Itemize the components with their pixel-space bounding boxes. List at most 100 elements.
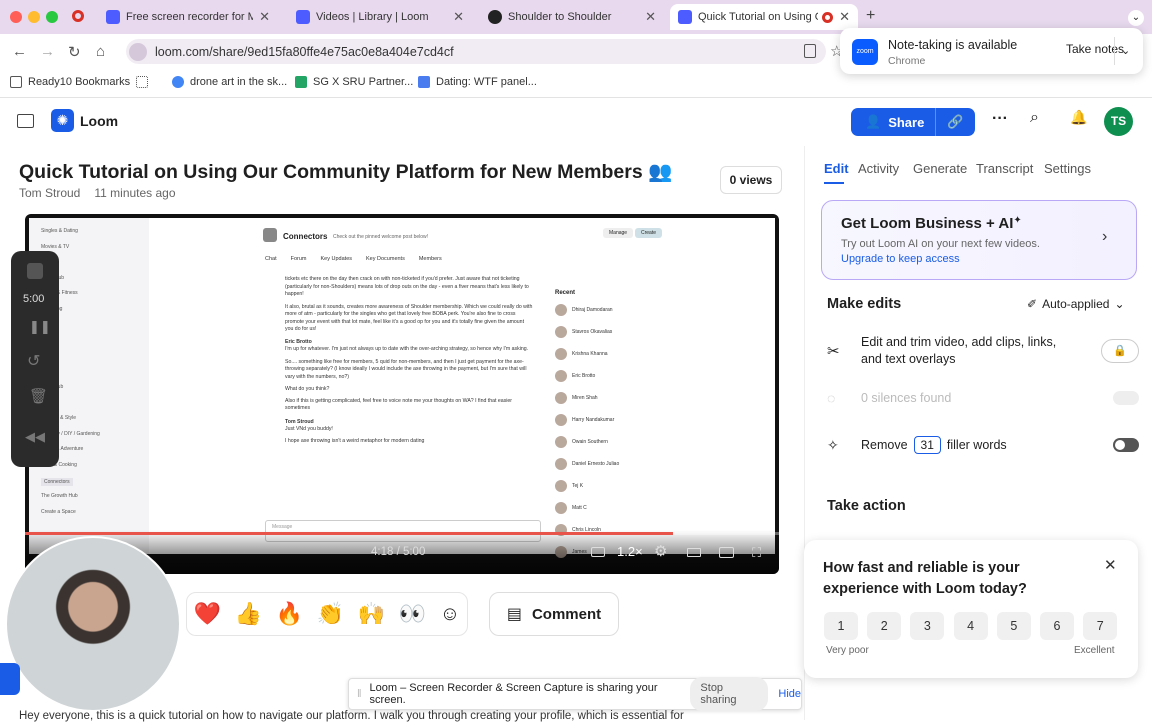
close-tab-icon[interactable]: ✕ xyxy=(645,9,656,25)
sparkle-edit-icon: ✧ xyxy=(827,436,839,453)
restart-icon[interactable]: ↺ xyxy=(27,351,40,371)
filler-words-toggle[interactable] xyxy=(1113,438,1139,452)
connectors-icon xyxy=(263,228,277,242)
reload-icon[interactable]: ↻ xyxy=(68,43,81,61)
recording-controls: 5:00 ❚❚ ↺ 🗑 ◀◀ xyxy=(11,251,59,467)
comment-button[interactable]: ▤ Comment xyxy=(489,592,619,636)
hide-share-bar-button[interactable]: Hide xyxy=(778,688,801,700)
zoom-window-button[interactable] xyxy=(46,11,58,23)
forward-arrow-icon[interactable]: → xyxy=(40,43,55,60)
drag-handle-icon[interactable]: ‖ xyxy=(357,688,362,700)
pause-icon[interactable]: ❚❚ xyxy=(29,319,51,335)
loom-logo-icon[interactable]: ✺ xyxy=(51,109,74,132)
close-tab-icon[interactable]: ✕ xyxy=(453,9,464,25)
reaction-fire-icon[interactable]: 🔥 xyxy=(276,601,303,627)
url-field[interactable]: loom.com/share/9ed15fa80ffe4e75ac0e8a404… xyxy=(126,39,826,64)
picture-in-picture-icon[interactable] xyxy=(719,547,734,558)
close-tab-icon[interactable]: ✕ xyxy=(259,9,270,25)
reaction-raised-hands-icon[interactable]: 🙌 xyxy=(358,601,385,627)
reaction-heart-icon[interactable]: ❤️ xyxy=(194,601,221,627)
tab-free-screen-recorder[interactable]: Free screen recorder for Mac ✕ xyxy=(98,4,278,30)
inner-recent-member: Harry Nandakumar xyxy=(555,414,614,426)
survey-rating-5[interactable]: 5 xyxy=(996,612,1031,640)
loom-widget-tab-icon[interactable] xyxy=(0,663,20,695)
collapse-icon[interactable]: ◀◀ xyxy=(25,429,45,445)
sidebar-toggle-icon[interactable] xyxy=(17,114,34,128)
video-player[interactable]: Singles & DatingMovies & TVMusicBook Clu… xyxy=(25,214,779,574)
close-tab-icon[interactable]: ✕ xyxy=(839,9,850,25)
playback-speed-button[interactable]: 1.2× xyxy=(617,544,643,559)
tab-quick-tutorial[interactable]: Quick Tutorial on Using O ✕ xyxy=(670,4,858,30)
share-button[interactable]: Share xyxy=(888,115,924,130)
scissors-icon: ✂ xyxy=(827,343,840,360)
member-avatar xyxy=(555,458,567,470)
notification-bell-icon[interactable]: 🔔 xyxy=(1070,109,1087,126)
shoulder-favicon-icon xyxy=(488,10,502,24)
bookmark-sg-sru[interactable]: SG X SRU Partner... xyxy=(295,76,413,88)
bookmark-dating[interactable]: Dating: WTF panel... xyxy=(418,76,537,88)
upgrade-promo-card[interactable]: Get Loom Business + AI✦ Try out Loom AI … xyxy=(821,200,1137,280)
video-title: Quick Tutorial on Using Our Community Pl… xyxy=(19,161,673,183)
reaction-clap-icon[interactable]: 👏 xyxy=(317,601,344,627)
webcam-bubble[interactable] xyxy=(5,536,181,712)
survey-rating-6[interactable]: 6 xyxy=(1040,612,1074,640)
add-emoji-icon[interactable]: ☺ xyxy=(440,603,460,626)
upgrade-link[interactable]: Upgrade to keep access xyxy=(841,253,960,265)
filler-words-row: ✧ Remove 31 filler words xyxy=(827,436,1139,454)
close-window-button[interactable] xyxy=(10,11,22,23)
stop-sharing-button[interactable]: Stop sharing xyxy=(690,677,769,711)
toast-chevron-down-icon[interactable]: ⌄ xyxy=(1114,37,1130,65)
tab-edit[interactable]: Edit xyxy=(824,161,849,176)
inner-recent-label: Recent xyxy=(555,290,576,296)
tab-transcript[interactable]: Transcript xyxy=(976,161,1033,176)
tab-activity[interactable]: Activity xyxy=(858,161,899,176)
home-icon[interactable]: ⌂ xyxy=(96,43,105,60)
author-name[interactable]: Tom Stroud xyxy=(19,186,80,200)
delete-trash-icon[interactable]: 🗑 xyxy=(29,387,48,405)
settings-gear-icon[interactable]: ⚙ xyxy=(654,542,667,560)
edit-trim-row[interactable]: ✂ Edit and trim video, add clips, links,… xyxy=(827,334,1139,368)
bookmark-drone-art[interactable]: drone art in the sk... xyxy=(172,76,287,88)
survey-rating-7[interactable]: 7 xyxy=(1083,612,1118,640)
survey-rating-3[interactable]: 3 xyxy=(910,612,945,640)
tab-generate[interactable]: Generate xyxy=(913,161,967,176)
search-icon[interactable]: ⌕ xyxy=(1030,109,1039,127)
screen-share-bar: ‖ Loom – Screen Recorder & Screen Captur… xyxy=(348,677,802,711)
more-options-icon[interactable]: ··· xyxy=(992,110,1008,128)
back-arrow-icon[interactable]: ← xyxy=(12,43,27,60)
member-avatar xyxy=(555,348,567,360)
silence-icon: ◌ xyxy=(827,390,836,406)
filler-count-input[interactable]: 31 xyxy=(913,436,941,454)
tab-settings[interactable]: Settings xyxy=(1044,161,1091,176)
reaction-thumbs-up-icon[interactable]: 👍 xyxy=(235,601,262,627)
survey-rating-4[interactable]: 4 xyxy=(953,612,988,640)
tab-videos-library[interactable]: Videos | Library | Loom ✕ xyxy=(288,4,472,30)
install-app-icon[interactable] xyxy=(804,44,816,58)
copy-link-icon[interactable]: 🔗 xyxy=(935,108,975,136)
site-info-icon[interactable] xyxy=(129,42,147,61)
silences-toggle[interactable] xyxy=(1113,391,1139,405)
brand-name[interactable]: Loom xyxy=(80,113,118,129)
fullscreen-icon[interactable]: ⛶ xyxy=(752,545,761,561)
loom-favicon-icon xyxy=(296,10,310,24)
theater-mode-icon[interactable] xyxy=(687,548,701,557)
zoom-app-icon: zoom xyxy=(852,39,878,65)
captions-icon[interactable] xyxy=(591,547,605,557)
recording-indicator-icon xyxy=(72,10,84,22)
minimize-window-button[interactable] xyxy=(28,11,40,23)
views-count[interactable]: 0 views xyxy=(720,166,782,194)
new-tab-button[interactable]: + xyxy=(866,7,875,25)
bookmark-ready10[interactable]: Ready10 Bookmarks xyxy=(10,76,130,88)
auto-applied-dropdown[interactable]: ✐ Auto-applied ⌄ xyxy=(1027,297,1125,311)
survey-rating-1[interactable]: 1 xyxy=(824,612,858,640)
tab-search-chevron-icon[interactable]: ⌄ xyxy=(1128,10,1144,26)
apps-grid-icon[interactable] xyxy=(136,76,154,88)
lock-icon: 🔒 xyxy=(1101,339,1139,363)
survey-rating-2[interactable]: 2 xyxy=(867,612,902,640)
close-survey-icon[interactable]: ✕ xyxy=(1104,556,1117,574)
reaction-eyes-icon[interactable]: 👀 xyxy=(399,601,426,627)
stop-recording-icon[interactable] xyxy=(27,263,43,279)
progress-track[interactable] xyxy=(25,532,779,535)
tab-shoulder-to-shoulder[interactable]: Shoulder to Shoulder ✕ xyxy=(480,4,664,30)
avatar[interactable]: TS xyxy=(1104,107,1133,136)
